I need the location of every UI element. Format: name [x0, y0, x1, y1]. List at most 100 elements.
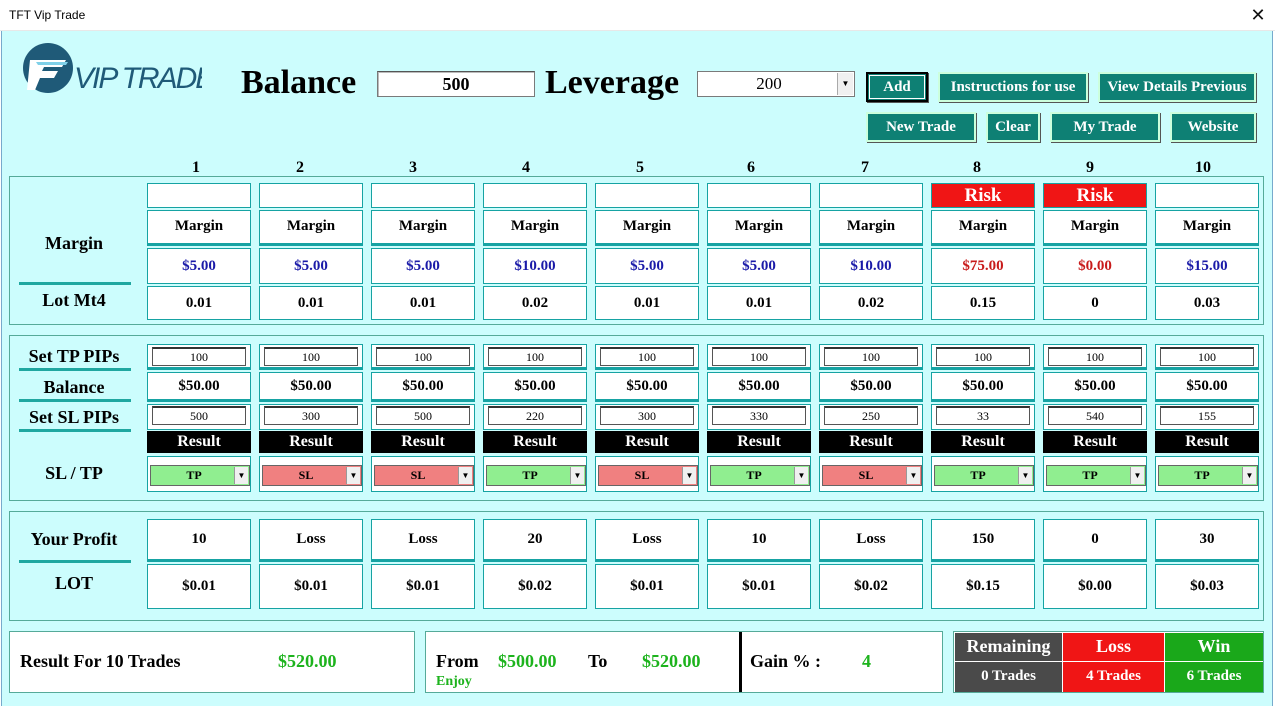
- margin-row-label: Margin: [45, 233, 103, 253]
- sl-tp-select[interactable]: TP ▼: [710, 465, 810, 486]
- loss-label: Loss: [1063, 633, 1164, 661]
- balance-value: $50.00: [371, 372, 475, 402]
- margin-value: $10.00: [483, 248, 587, 284]
- result-label: Result: [819, 431, 923, 453]
- sl-pips-input[interactable]: 500: [376, 406, 470, 425]
- margin-header: Margin: [707, 210, 811, 246]
- chevron-down-icon[interactable]: ▼: [458, 467, 472, 484]
- sl-tp-select[interactable]: TP ▼: [934, 465, 1034, 486]
- sl-pips-input[interactable]: 300: [264, 406, 358, 425]
- sl-pips-input[interactable]: 500: [152, 406, 246, 425]
- margin-value: $15.00: [1155, 248, 1259, 284]
- tp-pips-input[interactable]: 100: [376, 347, 470, 366]
- new-trade-button[interactable]: New Trade: [866, 112, 976, 142]
- sl-pips-input[interactable]: 330: [712, 406, 806, 425]
- sl-tp-select[interactable]: TP ▼: [1046, 465, 1146, 486]
- sl-tp-select[interactable]: TP ▼: [1158, 465, 1258, 486]
- my-trade-button[interactable]: My Trade: [1050, 112, 1160, 142]
- risk-badge: Risk: [931, 183, 1035, 208]
- remaining-value: 0 Trades: [955, 662, 1062, 692]
- balance-value: $50.00: [819, 372, 923, 402]
- sl-tp-select[interactable]: SL ▼: [262, 465, 362, 486]
- margin-value: $5.00: [595, 248, 699, 284]
- column-number: 3: [409, 159, 417, 176]
- sl-pips-input[interactable]: 220: [488, 406, 582, 425]
- sl-tp-select[interactable]: SL ▼: [598, 465, 698, 486]
- chevron-down-icon[interactable]: ▼: [1130, 467, 1144, 484]
- lot-value: $0.00: [1043, 564, 1147, 609]
- set-tp-label: Set TP PIPs: [28, 346, 120, 366]
- tp-pips-input[interactable]: 100: [1160, 347, 1254, 366]
- sl-tp-value: TP: [746, 468, 762, 482]
- tp-pips-input[interactable]: 100: [600, 347, 694, 366]
- tp-pips-input[interactable]: 100: [936, 347, 1030, 366]
- sl-pips-input[interactable]: 155: [1160, 406, 1254, 425]
- lot-mt4-value: 0: [1043, 286, 1147, 320]
- enjoy-text: Enjoy: [436, 674, 472, 689]
- result-label: Result: [483, 431, 587, 453]
- sl-tp-value: TP: [522, 468, 538, 482]
- add-button[interactable]: Add: [866, 72, 928, 102]
- tp-pips-input[interactable]: 100: [712, 347, 806, 366]
- lot-mt4-value: 0.01: [259, 286, 363, 320]
- balance-input[interactable]: 500: [377, 71, 535, 97]
- lot-value: $0.01: [259, 564, 363, 609]
- tp-pips-input[interactable]: 100: [488, 347, 582, 366]
- chevron-down-icon[interactable]: ▼: [1018, 467, 1032, 484]
- risk-badge: Risk: [1043, 183, 1147, 208]
- leverage-select[interactable]: 200 ▼: [697, 71, 855, 97]
- chevron-down-icon[interactable]: ▼: [794, 467, 808, 484]
- tp-pips-input[interactable]: 100: [824, 347, 918, 366]
- instructions-button[interactable]: Instructions for use: [938, 72, 1088, 102]
- lot-mt4-value: 0.02: [819, 286, 923, 320]
- column-number: 7: [861, 159, 869, 176]
- sl-tp-select[interactable]: SL ▼: [822, 465, 922, 486]
- margin-value: $5.00: [259, 248, 363, 284]
- chevron-down-icon[interactable]: ▼: [682, 467, 696, 484]
- lot-value: $0.01: [371, 564, 475, 609]
- lot-value: $0.02: [819, 564, 923, 609]
- sl-tp-select[interactable]: TP ▼: [486, 465, 586, 486]
- risk-placeholder: [483, 183, 587, 208]
- sl-pips-input[interactable]: 33: [936, 406, 1030, 425]
- balance-value: $50.00: [707, 372, 811, 402]
- column-number: 10: [1195, 159, 1211, 176]
- chevron-down-icon[interactable]: ▼: [1242, 467, 1256, 484]
- sl-pips-input[interactable]: 250: [824, 406, 918, 425]
- chevron-down-icon[interactable]: ▼: [346, 467, 360, 484]
- sl-tp-value: TP: [1082, 468, 1098, 482]
- sl-tp-value: TP: [1194, 468, 1210, 482]
- margin-header: Margin: [147, 210, 251, 246]
- sl-tp-value: SL: [634, 468, 650, 482]
- chevron-down-icon[interactable]: ▼: [837, 73, 853, 95]
- tp-pips-input[interactable]: 100: [152, 347, 246, 366]
- profit-value: Loss: [819, 519, 923, 562]
- sl-pips-input[interactable]: 540: [1048, 406, 1142, 425]
- to-label: To: [588, 651, 608, 671]
- chevron-down-icon[interactable]: ▼: [234, 467, 248, 484]
- lot-mt4-value: 0.01: [371, 286, 475, 320]
- sl-tp-value: SL: [858, 468, 874, 482]
- sl-tp-label: SL / TP: [45, 463, 103, 483]
- sl-tp-select[interactable]: TP ▼: [150, 465, 250, 486]
- margin-value: $5.00: [147, 248, 251, 284]
- win-label: Win: [1165, 633, 1263, 661]
- margin-value: $5.00: [707, 248, 811, 284]
- gain-label: Gain % :: [750, 651, 822, 671]
- result-value: $520.00: [278, 651, 337, 671]
- chevron-down-icon[interactable]: ▼: [906, 467, 920, 484]
- sl-tp-value: TP: [186, 468, 202, 482]
- clear-button[interactable]: Clear: [986, 112, 1040, 142]
- website-button[interactable]: Website: [1170, 112, 1256, 142]
- lot-mt4-value: 0.01: [147, 286, 251, 320]
- sl-tp-select[interactable]: SL ▼: [374, 465, 474, 486]
- tp-pips-input[interactable]: 100: [264, 347, 358, 366]
- from-value: $500.00: [498, 651, 557, 671]
- sl-pips-input[interactable]: 300: [600, 406, 694, 425]
- chevron-down-icon[interactable]: ▼: [570, 467, 584, 484]
- tp-pips-input[interactable]: 100: [1048, 347, 1142, 366]
- leverage-label: Leverage: [545, 64, 680, 101]
- close-icon[interactable]: ✕: [1241, 0, 1275, 31]
- view-details-button[interactable]: View Details Previous: [1098, 72, 1256, 102]
- lot-value: $0.03: [1155, 564, 1259, 609]
